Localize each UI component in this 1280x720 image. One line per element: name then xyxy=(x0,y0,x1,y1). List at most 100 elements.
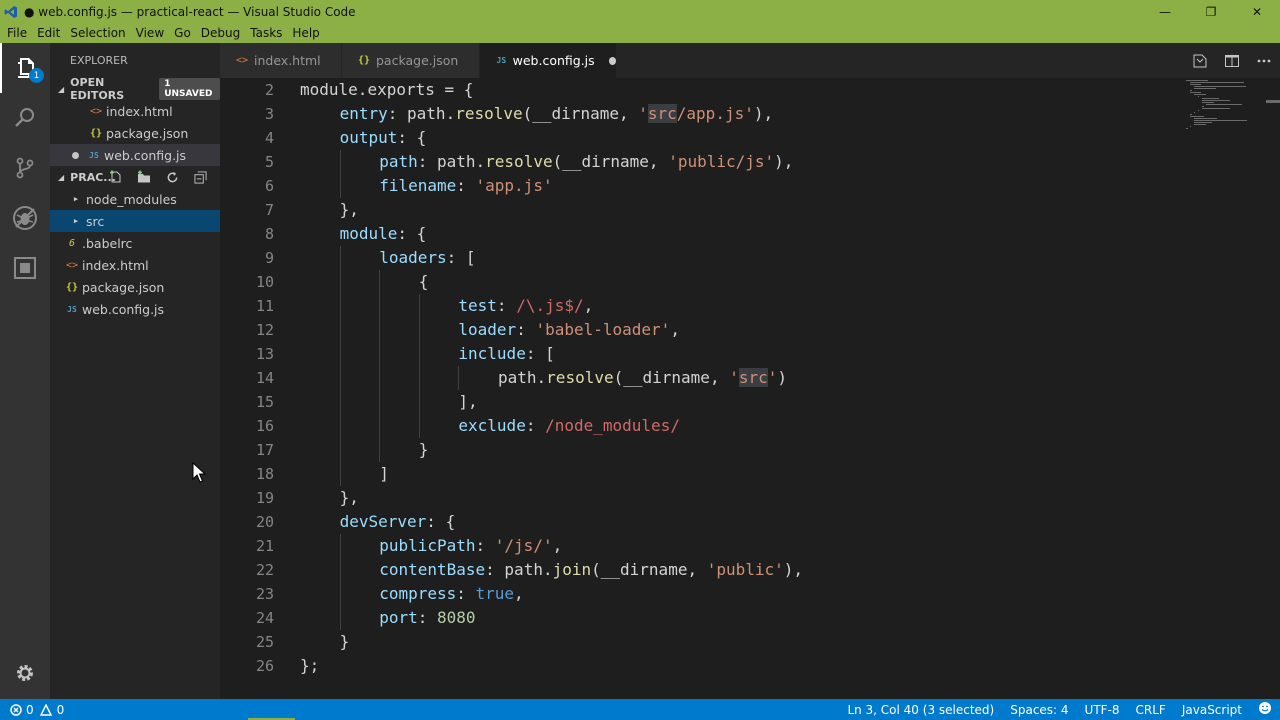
maximize-button[interactable]: ❐ xyxy=(1188,0,1234,23)
menu-selection[interactable]: Selection xyxy=(65,23,130,43)
menu-view[interactable]: View xyxy=(131,23,169,43)
editor-scrollbar[interactable] xyxy=(1266,100,1280,103)
code-editor[interactable]: 2 module.exports = {3 entry: path.resolve(… xyxy=(220,78,1280,699)
explorer-activity-button[interactable]: 1 xyxy=(0,43,50,93)
line-number[interactable]: 15 xyxy=(220,390,274,414)
code-line[interactable]: 17} xyxy=(220,438,1170,462)
folder-src[interactable]: ▶ src xyxy=(50,210,220,232)
menu-help[interactable]: Help xyxy=(287,23,324,43)
refresh-button[interactable] xyxy=(158,171,186,184)
unsaved-dot-icon[interactable] xyxy=(608,56,616,65)
code-line[interactable]: 24 port: 8080 xyxy=(220,606,1170,630)
line-number[interactable]: 22 xyxy=(220,558,274,582)
menu-debug[interactable]: Debug xyxy=(196,23,245,43)
problems-status[interactable]: 0 0 xyxy=(10,699,64,720)
line-number[interactable]: 7 xyxy=(220,198,274,222)
cursor-position-status[interactable]: Ln 3, Col 40 (3 selected) xyxy=(839,703,1002,717)
open-editor-index-html[interactable]: <> index.html xyxy=(50,100,220,122)
file-index-html[interactable]: <> index.html xyxy=(50,254,220,276)
minimize-button[interactable]: — xyxy=(1142,0,1188,23)
line-number[interactable]: 9 xyxy=(220,246,274,270)
line-number[interactable]: 2 xyxy=(220,78,274,102)
more-actions-button[interactable] xyxy=(1248,53,1280,69)
menu-tasks[interactable]: Tasks xyxy=(245,23,287,43)
file-package-json[interactable]: {} package.json xyxy=(50,276,220,298)
unsaved-dot-icon[interactable] xyxy=(72,151,79,159)
open-editor-web-config-js[interactable]: JS web.config.js xyxy=(50,144,220,166)
code-line[interactable]: 21 publicPath: '/js/', xyxy=(220,534,1170,558)
extensions-activity-button[interactable] xyxy=(0,243,50,293)
code-line[interactable]: 26}; xyxy=(220,654,1170,678)
line-number[interactable]: 11 xyxy=(220,294,274,318)
eol-status[interactable]: CRLF xyxy=(1128,703,1174,717)
open-editor-package-json[interactable]: {} package.json xyxy=(50,122,220,144)
code-line[interactable]: 8 module: { xyxy=(220,222,1170,246)
source-control-activity-button[interactable] xyxy=(0,143,50,193)
code-line[interactable]: 18] xyxy=(220,462,1170,486)
line-number[interactable]: 17 xyxy=(220,438,274,462)
line-number[interactable]: 12 xyxy=(220,318,274,342)
collapse-all-button[interactable] xyxy=(186,170,214,184)
indentation-status[interactable]: Spaces: 4 xyxy=(1002,703,1076,717)
line-number[interactable]: 26 xyxy=(220,654,274,678)
code-line[interactable]: 12 loader: 'babel-loader', xyxy=(220,318,1170,342)
language-mode-status[interactable]: JavaScript xyxy=(1174,703,1250,717)
line-number[interactable]: 24 xyxy=(220,606,274,630)
line-number[interactable]: 13 xyxy=(220,342,274,366)
line-number[interactable]: 21 xyxy=(220,534,274,558)
code-line[interactable]: 19}, xyxy=(220,486,1170,510)
debug-activity-button[interactable] xyxy=(0,193,50,243)
line-number[interactable]: 5 xyxy=(220,150,274,174)
code-line[interactable]: 6 filename: 'app.js' xyxy=(220,174,1170,198)
search-activity-button[interactable] xyxy=(0,93,50,143)
code-line[interactable]: 16 exclude: /node_modules/ xyxy=(220,414,1170,438)
menu-edit[interactable]: Edit xyxy=(32,23,65,43)
line-number[interactable]: 19 xyxy=(220,486,274,510)
code-line[interactable]: 3 entry: path.resolve(__dirname, 'src/app… xyxy=(220,102,1170,126)
file-web-config-js[interactable]: JS web.config.js xyxy=(50,298,220,320)
line-number[interactable]: 10 xyxy=(220,270,274,294)
menu-file[interactable]: File xyxy=(2,23,32,43)
code-line[interactable]: 15], xyxy=(220,390,1170,414)
line-number[interactable]: 4 xyxy=(220,126,274,150)
line-number[interactable]: 16 xyxy=(220,414,274,438)
code-line[interactable]: 7}, xyxy=(220,198,1170,222)
line-number[interactable]: 6 xyxy=(220,174,274,198)
tab-package-json[interactable]: {} package.json xyxy=(342,43,479,78)
code-line[interactable]: 25} xyxy=(220,630,1170,654)
close-button[interactable]: ✕ xyxy=(1234,0,1280,23)
code-line[interactable]: 10 { xyxy=(220,270,1170,294)
code-line[interactable]: 4 output: { xyxy=(220,126,1170,150)
open-editors-header[interactable]: ◢ OPEN EDITORS 1 UNSAVED xyxy=(50,76,220,102)
settings-activity-button[interactable] xyxy=(0,648,50,698)
code-line[interactable]: 9 loaders: [ xyxy=(220,246,1170,270)
feedback-button[interactable] xyxy=(1250,701,1280,718)
menu-go[interactable]: Go xyxy=(169,23,196,43)
encoding-status[interactable]: UTF-8 xyxy=(1077,703,1128,717)
code-line[interactable]: 22 contentBase: path.join(__dirname, 'pub… xyxy=(220,558,1170,582)
line-number[interactable]: 14 xyxy=(220,366,274,390)
code-line[interactable]: 14 path.resolve(__dirname, 'src') xyxy=(220,366,1170,390)
code-line[interactable]: 13 include: [ xyxy=(220,342,1170,366)
line-number[interactable]: 3 xyxy=(220,102,274,126)
new-file-button[interactable] xyxy=(102,170,130,184)
line-number[interactable]: 20 xyxy=(220,510,274,534)
tab-index-html[interactable]: <> index.html xyxy=(220,43,341,78)
line-number[interactable]: 25 xyxy=(220,630,274,654)
line-number[interactable]: 8 xyxy=(220,222,274,246)
split-editor-button[interactable] xyxy=(1216,53,1248,69)
code-line[interactable]: 2 module.exports = { xyxy=(220,78,1170,102)
code-line[interactable]: 11 test: /\.js$/, xyxy=(220,294,1170,318)
file-babelrc[interactable]: 6 .babelrc xyxy=(50,232,220,254)
line-number[interactable]: 18 xyxy=(220,462,274,486)
tab-web-config-js[interactable]: JS web.config.js xyxy=(480,43,616,78)
folder-node-modules[interactable]: ▶ node_modules xyxy=(50,188,220,210)
open-changes-button[interactable] xyxy=(1184,53,1216,69)
new-folder-button[interactable] xyxy=(130,170,158,184)
minimap[interactable] xyxy=(1186,78,1266,134)
code-line[interactable]: 23 compress: true, xyxy=(220,582,1170,606)
project-folder-header[interactable]: ◢ PRAC... xyxy=(50,166,220,188)
line-number[interactable]: 23 xyxy=(220,582,274,606)
code-line[interactable]: 20 devServer: { xyxy=(220,510,1170,534)
code-line[interactable]: 5 path: path.resolve(__dirname, 'public/j… xyxy=(220,150,1170,174)
